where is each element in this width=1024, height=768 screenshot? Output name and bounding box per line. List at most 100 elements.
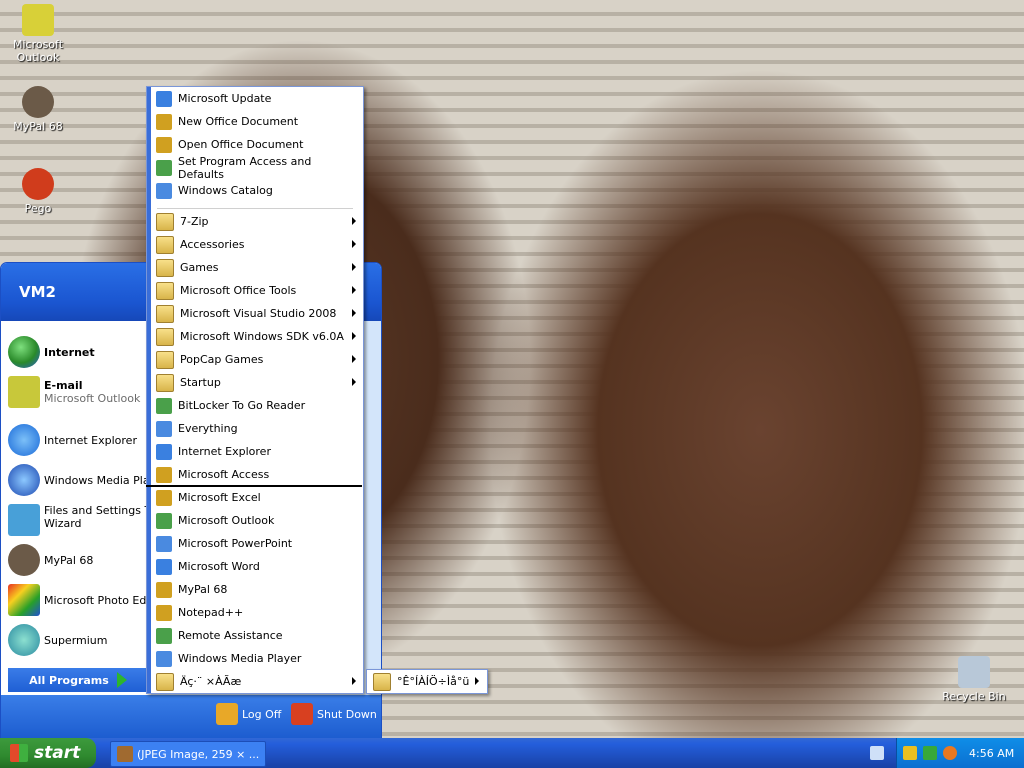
- recent-internet-explorer[interactable]: Internet Explorer: [8, 424, 137, 456]
- program-item-label: Windows Media Player: [178, 652, 302, 665]
- program-item-label: 7-Zip: [180, 215, 209, 228]
- outlook-icon: [22, 4, 54, 36]
- desktop-icon-pego[interactable]: Pego: [0, 168, 76, 215]
- folder-icon: [156, 235, 174, 254]
- program-item-label: BitLocker To Go Reader: [178, 399, 306, 412]
- submenu-item[interactable]: °Ê°ÍÀÍÖ÷Ìå°ü: [369, 670, 483, 693]
- submenu-arrow-icon: [352, 217, 356, 225]
- program-item[interactable]: Games: [152, 256, 360, 279]
- network-icon[interactable]: [923, 746, 937, 760]
- recent-windows-media-player[interactable]: Windows Media Player: [8, 464, 167, 496]
- program-item[interactable]: 7-Zip: [152, 210, 360, 233]
- program-item[interactable]: Äç·¨ ×ÀÃæ: [152, 670, 360, 693]
- program-item[interactable]: MyPal 68: [152, 578, 360, 601]
- program-icon: [156, 512, 172, 529]
- shut-down-button[interactable]: Shut Down: [291, 703, 377, 725]
- program-item-label: Microsoft Outlook: [178, 514, 275, 527]
- program-item[interactable]: Notepad++: [152, 601, 360, 624]
- submenu-arrow-icon: [352, 240, 356, 248]
- program-icon: [156, 397, 172, 414]
- program-item[interactable]: Accessories: [152, 233, 360, 256]
- program-item-label: Everything: [178, 422, 238, 435]
- program-item[interactable]: Microsoft Visual Studio 2008: [152, 302, 360, 325]
- program-item[interactable]: Everything: [152, 417, 360, 440]
- recent-label: Internet Explorer: [44, 433, 137, 447]
- folder-icon: [156, 304, 174, 323]
- arrow-right-icon: [116, 672, 127, 688]
- submenu: °Ê°ÍÀÍÖ÷Ìå°ü: [366, 669, 488, 694]
- pinned-email[interactable]: E-mail Microsoft Outlook: [8, 376, 140, 408]
- recycle-bin-icon: [958, 656, 990, 688]
- shield-icon[interactable]: [903, 746, 917, 760]
- pinned-internet[interactable]: Internet: [8, 336, 95, 368]
- program-item[interactable]: BitLocker To Go Reader: [152, 394, 360, 417]
- program-item-label: Notepad++: [178, 606, 244, 619]
- search-icon[interactable]: [943, 746, 957, 760]
- program-item[interactable]: Microsoft Windows SDK v6.0A: [152, 325, 360, 348]
- program-icon: [156, 604, 172, 621]
- recent-supermium[interactable]: Supermium: [8, 624, 108, 656]
- program-item[interactable]: Microsoft Update: [152, 87, 360, 110]
- submenu-arrow-icon: [475, 677, 479, 685]
- keyboard-icon[interactable]: [870, 746, 884, 760]
- power-icon: [291, 703, 313, 725]
- program-item[interactable]: Windows Catalog: [152, 179, 360, 202]
- desktop-icon-mypal[interactable]: MyPal 68: [0, 86, 76, 133]
- program-item-label: Set Program Access and Defaults: [178, 154, 312, 181]
- program-item[interactable]: Set Program Access and Defaults: [152, 154, 360, 181]
- recent-photo-editor[interactable]: Microsoft Photo Edito: [8, 584, 160, 616]
- program-item[interactable]: Open Office Document: [152, 133, 360, 156]
- start-button[interactable]: start: [0, 738, 96, 768]
- program-icon: [156, 113, 172, 130]
- program-item[interactable]: Microsoft Office Tools: [152, 279, 360, 302]
- pinned-subtitle: Microsoft Outlook: [44, 392, 141, 405]
- key-icon: [216, 703, 238, 725]
- all-programs-label: All Programs: [29, 673, 109, 687]
- recent-label: MyPal 68: [44, 553, 94, 567]
- program-item[interactable]: Windows Media Player: [152, 647, 360, 670]
- system-tray: 4:56 AM: [896, 738, 1024, 768]
- program-item[interactable]: Microsoft Outlook: [152, 509, 360, 532]
- program-item[interactable]: Remote Assistance: [152, 624, 360, 647]
- desktop-icon-label: Recycle Bin: [942, 690, 1006, 703]
- program-item-label: Games: [180, 261, 219, 274]
- program-item-label: Remote Assistance: [178, 629, 283, 642]
- program-item-label: Microsoft PowerPoint: [178, 537, 293, 550]
- program-item[interactable]: Startup: [152, 371, 360, 394]
- program-item-label: Startup: [180, 376, 221, 389]
- program-icon: [156, 489, 172, 506]
- program-item-label: Microsoft Visual Studio 2008: [180, 307, 337, 320]
- program-item-label: Microsoft Windows SDK v6.0A: [180, 330, 344, 343]
- desktop-icon-outlook[interactable]: Microsoft Outlook: [0, 4, 76, 64]
- program-item[interactable]: Microsoft Excel: [152, 486, 360, 509]
- program-item[interactable]: Microsoft Word: [152, 555, 360, 578]
- program-item[interactable]: Internet Explorer: [152, 440, 360, 463]
- program-item[interactable]: New Office Document: [152, 110, 360, 133]
- mypal-icon: [117, 746, 133, 762]
- program-item-label: Äç·¨ ×ÀÃæ: [180, 675, 242, 688]
- program-icon: [156, 90, 172, 107]
- folder-icon: [156, 327, 174, 346]
- recent-files-settings-wizard[interactable]: Files and Settings Tra Wizard: [8, 504, 161, 536]
- all-programs-button[interactable]: All Programs: [8, 668, 148, 692]
- folder-icon: [156, 281, 174, 300]
- submenu-arrow-icon: [352, 263, 356, 271]
- menu-band: [147, 87, 151, 693]
- program-item[interactable]: PopCap Games: [152, 348, 360, 371]
- program-icon: [156, 136, 172, 153]
- program-icon: [156, 558, 172, 575]
- program-icon: [156, 182, 172, 199]
- folder-icon: [156, 258, 174, 277]
- transfer-wizard-icon: [8, 504, 40, 536]
- program-icon: [156, 443, 172, 460]
- recent-mypal[interactable]: MyPal 68: [8, 544, 93, 576]
- submenu-arrow-icon: [352, 378, 356, 386]
- program-item[interactable]: Microsoft Access: [152, 463, 360, 486]
- log-off-button[interactable]: Log Off: [216, 703, 281, 725]
- program-icon: [156, 650, 172, 667]
- folder-icon: [156, 350, 174, 369]
- desktop-icon-recycle-bin[interactable]: Recycle Bin: [936, 656, 1012, 703]
- folder-icon: [156, 373, 174, 392]
- program-item[interactable]: Microsoft PowerPoint: [152, 532, 360, 555]
- taskbar-button[interactable]: (JPEG Image, 259 × ...: [110, 741, 266, 767]
